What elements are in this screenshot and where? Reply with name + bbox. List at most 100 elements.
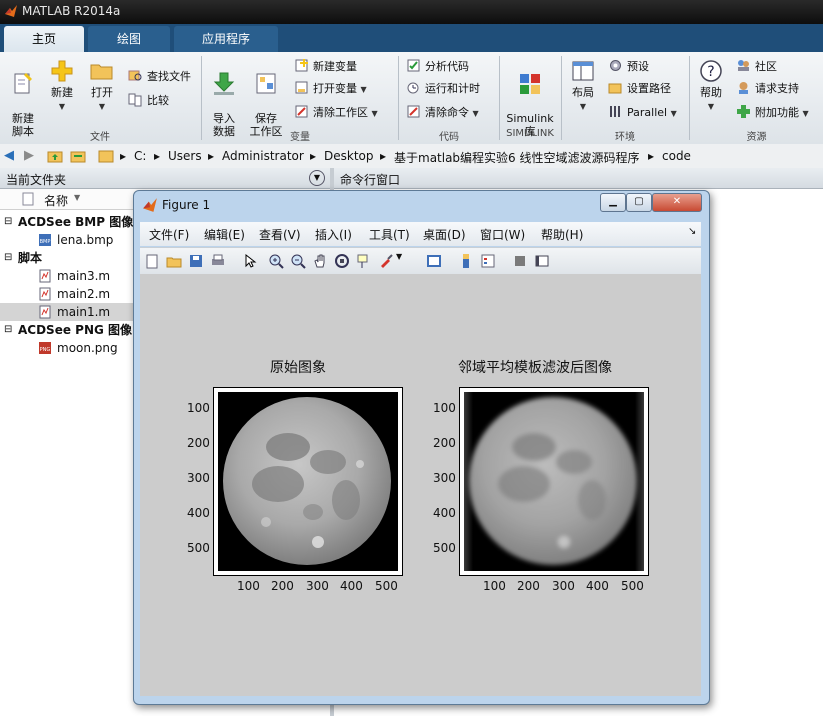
community-button[interactable]: 社区 xyxy=(736,58,777,76)
pan-icon[interactable] xyxy=(312,253,328,269)
new-figure-icon[interactable] xyxy=(144,253,160,269)
group-label: ACDSee BMP 图像 xyxy=(18,215,134,229)
new-button[interactable]: 新建 ▼ xyxy=(46,58,78,113)
dock-arrow-icon[interactable]: ↘ xyxy=(688,226,696,237)
menu-tools[interactable]: 工具(T) xyxy=(369,226,410,243)
collapse-icon[interactable]: ⊟ xyxy=(4,321,12,339)
set-path-button[interactable]: 设置路径 xyxy=(608,80,671,98)
axes2[interactable] xyxy=(459,387,649,576)
import-data-button[interactable]: 导入 数据 xyxy=(206,58,242,138)
moon-filtered-image xyxy=(464,392,644,571)
y-tick-label: 500 xyxy=(433,541,456,555)
compare-button[interactable]: 比较 xyxy=(128,92,169,110)
help-button[interactable]: ? 帮助 ▼ xyxy=(694,58,728,113)
collapse-icon[interactable]: ⊟ xyxy=(4,249,12,267)
path-separator: ▸ xyxy=(120,149,127,163)
find-files-icon xyxy=(128,70,142,81)
show-plot-tools-icon[interactable] xyxy=(534,253,550,269)
menu-help[interactable]: 帮助(H) xyxy=(541,226,583,243)
menu-edit[interactable]: 编辑(E) xyxy=(204,226,245,243)
panel-actions-icon[interactable]: ▼ xyxy=(309,170,325,186)
open-variable-icon xyxy=(295,81,308,94)
path-segment[interactable]: Desktop xyxy=(324,149,374,163)
colorbar-icon[interactable] xyxy=(458,253,474,269)
import-icon xyxy=(213,72,235,95)
print-icon[interactable] xyxy=(210,253,226,269)
open-button[interactable]: 打开 ▼ xyxy=(86,58,118,113)
app-title: MATLAB R2014a xyxy=(22,4,121,18)
folder-open-icon xyxy=(90,64,113,80)
group-label: ACDSee PNG 图像 xyxy=(18,323,133,337)
path-segment[interactable]: code xyxy=(662,149,691,163)
y-tick-label: 500 xyxy=(187,541,210,555)
up-folder-icon[interactable] xyxy=(47,148,63,164)
path-segment[interactable]: C: xyxy=(134,149,146,163)
analyze-code-button[interactable]: 分析代码 xyxy=(406,58,469,76)
folder-icon xyxy=(98,150,114,163)
svg-text:BMP: BMP xyxy=(40,239,51,245)
matlab-logo-icon xyxy=(5,5,17,17)
layout-button[interactable]: 布局 ▼ xyxy=(566,58,600,113)
parallel-label: Parallel xyxy=(627,106,668,119)
minimize-button[interactable]: ▁ xyxy=(600,193,626,212)
request-support-button[interactable]: 请求支持 xyxy=(736,80,799,98)
find-files-button[interactable]: 查找文件 xyxy=(128,68,191,86)
maximize-button[interactable]: ▢ xyxy=(626,193,652,212)
zoom-in-icon[interactable] xyxy=(268,253,284,269)
path-segment[interactable]: Users xyxy=(168,149,202,163)
new-variable-button[interactable]: 新建变量 xyxy=(294,58,357,76)
save-workspace-button[interactable]: 保存 工作区 xyxy=(246,58,286,138)
save-icon[interactable] xyxy=(188,253,204,269)
axes1[interactable] xyxy=(213,387,403,576)
back-arrow-icon[interactable]: ◀ xyxy=(4,148,14,163)
legend-icon[interactable] xyxy=(480,253,496,269)
path-segment[interactable]: Administrator xyxy=(222,149,304,163)
clear-commands-button[interactable]: 清除命令 ▼ xyxy=(406,104,479,122)
rotate-3d-icon[interactable] xyxy=(334,253,350,269)
pointer-icon[interactable] xyxy=(242,253,258,269)
hide-plot-tools-icon[interactable] xyxy=(512,253,528,269)
simulink-library-button[interactable]: Simulink 库 xyxy=(504,58,556,138)
path-segment[interactable]: 基于matlab编程实验6 线性空域滤波源码程序 xyxy=(394,149,640,166)
file-column-icon xyxy=(22,192,34,206)
file-name: main1.m xyxy=(57,305,111,319)
new-variable-label: 新建变量 xyxy=(313,60,357,73)
figure-menu-bar: 文件(F) 编辑(E) 查看(V) 插入(I) 工具(T) 桌面(D) 窗口(W… xyxy=(140,222,701,246)
data-cursor-icon[interactable] xyxy=(356,253,372,269)
preferences-label: 预设 xyxy=(627,60,649,73)
open-variable-button[interactable]: 打开变量 ▼ xyxy=(294,80,367,98)
open-label: 打开 xyxy=(91,86,113,99)
tab-apps[interactable]: 应用程序 xyxy=(174,26,278,52)
name-column-header[interactable]: 名称 xyxy=(44,192,68,209)
run-time-icon xyxy=(407,82,419,94)
matlab-logo-icon xyxy=(143,198,157,212)
menu-insert[interactable]: 插入(I) xyxy=(315,226,352,243)
code-group-label: 代码 xyxy=(439,132,459,143)
x-tick-label: 100 xyxy=(483,579,506,593)
zoom-out-icon[interactable] xyxy=(290,253,306,269)
preferences-button[interactable]: 预设 xyxy=(608,58,649,76)
brush-icon[interactable] xyxy=(378,253,394,269)
m-file-icon xyxy=(39,287,51,301)
close-button[interactable]: ✕ xyxy=(652,193,702,212)
clear-workspace-button[interactable]: 清除工作区 ▼ xyxy=(294,104,378,122)
sort-arrow-icon[interactable]: ▼ xyxy=(74,193,80,202)
tab-home[interactable]: 主页 xyxy=(4,26,84,52)
tab-plots[interactable]: 绘图 xyxy=(88,26,170,52)
menu-file[interactable]: 文件(F) xyxy=(149,226,189,243)
collapse-icon[interactable]: ⊟ xyxy=(4,213,12,231)
forward-arrow-icon[interactable]: ▶ xyxy=(24,148,34,163)
axes2-title: 邻域平均模板滤波后图像 xyxy=(458,360,612,376)
link-plot-icon[interactable] xyxy=(426,253,442,269)
menu-desktop[interactable]: 桌面(D) xyxy=(423,226,466,243)
parallel-button[interactable]: Parallel ▼ xyxy=(608,104,677,122)
menu-view[interactable]: 查看(V) xyxy=(259,226,301,243)
open-file-icon[interactable] xyxy=(166,253,182,269)
new-script-button[interactable]: 新建 脚本 xyxy=(4,58,42,138)
svg-text:PNG: PNG xyxy=(40,347,51,353)
menu-window[interactable]: 窗口(W) xyxy=(480,226,525,243)
browse-folder-icon[interactable] xyxy=(70,148,86,164)
brush-dropdown-icon[interactable]: ▼ xyxy=(396,252,402,261)
addons-button[interactable]: 附加功能 ▼ xyxy=(736,104,809,122)
run-and-time-button[interactable]: 运行和计时 xyxy=(406,80,480,98)
